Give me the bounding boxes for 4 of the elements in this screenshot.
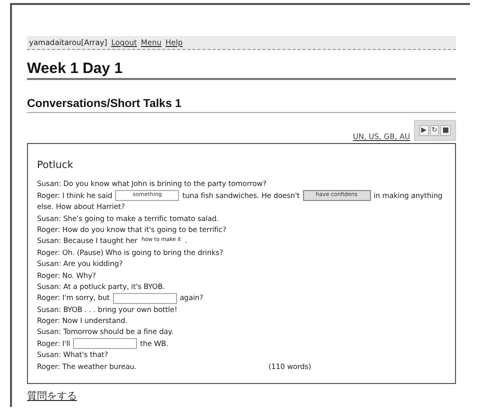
question-link[interactable]: 質問をする — [27, 389, 77, 403]
passage-heading: Potluck — [37, 160, 74, 172]
section-title: Conversations/Short Talks 1 — [27, 98, 456, 113]
page-title: Week 1 Day 1 — [27, 60, 456, 80]
